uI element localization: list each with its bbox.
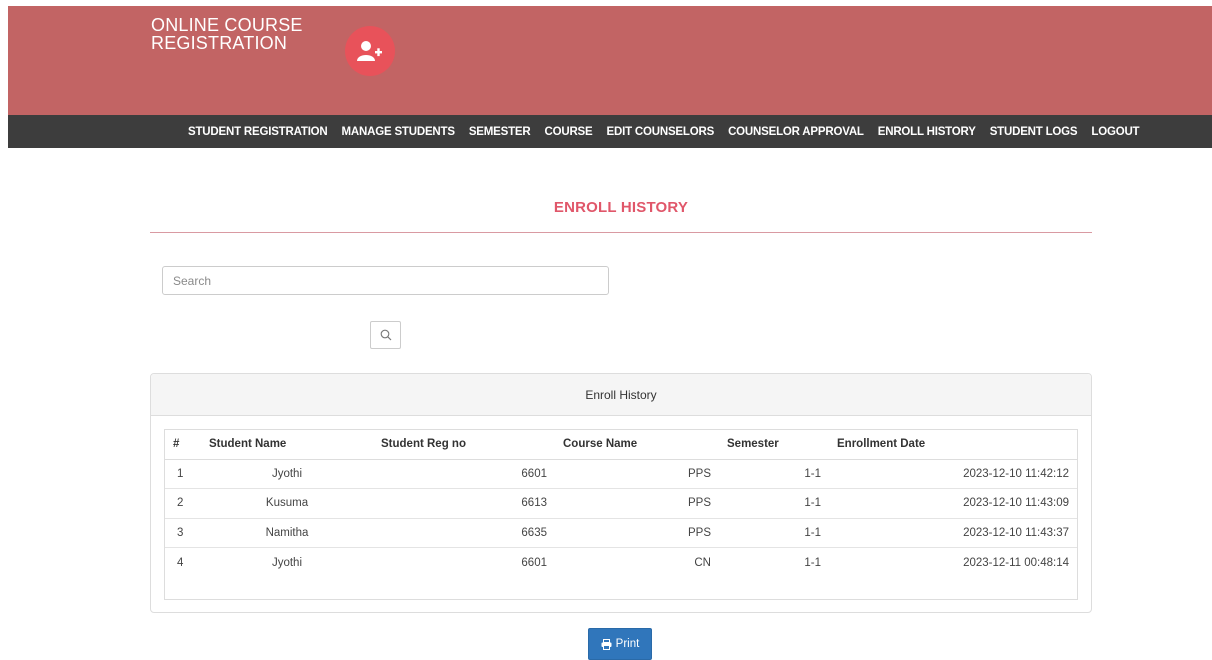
cell-number: 1 (177, 467, 184, 480)
cell-course-name: PPS (555, 517, 719, 548)
nav-item-enroll-history[interactable]: ENROLL HISTORY (871, 126, 983, 138)
cell-reg-no: 6601 (521, 467, 547, 480)
table-row: 2 Kusuma 6613 PPS 1-1 2023-12-10 11:43:0… (165, 488, 1077, 518)
cell-enrollment-date: 2023-12-10 11:42:12 (963, 467, 1069, 480)
col-header-semester: Semester (719, 430, 829, 460)
col-header-student-name: Student Name (201, 430, 373, 460)
cell-course-name: CN (555, 547, 719, 577)
cell-semester: 1-1 (719, 547, 829, 577)
title-divider (150, 232, 1092, 233)
enroll-history-table: # Student Name Student Reg no Course Nam… (165, 430, 1077, 577)
page-title: ENROLL HISTORY (553, 199, 689, 216)
enroll-history-panel: Enroll History # Student Name Student Re… (150, 373, 1092, 613)
cell-course-name: PPS (687, 467, 711, 480)
brand-line-1: ONLINE COURSE (151, 15, 303, 35)
cell-student-name: Namitha (201, 517, 373, 548)
cell-enrollment-date: 2023-12-10 11:43:37 (829, 517, 1077, 548)
nav-item-semester[interactable]: SEMESTER (462, 126, 538, 138)
cell-student-name: Jyothi (201, 547, 373, 577)
cell-number: 2 (165, 488, 201, 518)
table-row: 3 Namitha 6635 PPS 1-1 2023-12-10 11:43:… (165, 517, 1077, 548)
cell-enrollment-date: 2023-12-11 00:48:14 (829, 547, 1077, 577)
cell-number: 3 (165, 517, 201, 548)
nav-item-student-logs[interactable]: STUDENT LOGS (983, 126, 1085, 138)
print-button-label: Print (615, 638, 640, 650)
col-header-enrollment-date: Enrollment Date (829, 430, 1077, 460)
nav-item-student-registration[interactable]: STUDENT REGISTRATION (181, 126, 335, 138)
cell-student-name: Kusuma (201, 488, 373, 518)
cell-number: 4 (165, 547, 201, 577)
enroll-history-table-wrapper: # Student Name Student Reg no Course Nam… (164, 429, 1078, 600)
print-button[interactable]: Print (588, 628, 652, 660)
col-header-course-name: Course Name (555, 430, 719, 460)
add-user-icon (357, 41, 382, 61)
brand-line-2: REGISTRATION (151, 33, 288, 53)
logo (345, 26, 395, 76)
cell-enrollment-date: 2023-12-10 11:43:09 (829, 488, 1077, 518)
table-row: 4 Jyothi 6601 CN 1-1 2023-12-11 00:48:14 (165, 547, 1077, 577)
col-header-reg-no: Student Reg no (373, 430, 555, 460)
cell-reg-no: 6635 (373, 517, 555, 548)
nav-item-manage-students[interactable]: MANAGE STUDENTS (335, 126, 462, 138)
cell-reg-no: 6601 (373, 547, 555, 577)
nav-item-course[interactable]: COURSE (538, 126, 600, 138)
site-brand[interactable]: ONLINE COURSE REGISTRATION (151, 16, 321, 52)
cell-reg-no: 6613 (373, 488, 555, 518)
nav-item-counselor-approval[interactable]: COUNSELOR APPROVAL (721, 126, 871, 138)
print-icon (601, 638, 612, 650)
cell-course-name: PPS (555, 488, 719, 518)
search-input[interactable] (162, 266, 609, 295)
cell-semester: 1-1 (719, 517, 829, 548)
nav-list: STUDENT REGISTRATION MANAGE STUDENTS SEM… (181, 115, 1146, 148)
search-icon (380, 329, 391, 341)
table-header-row: # Student Name Student Reg no Course Nam… (165, 430, 1077, 460)
cell-semester: 1-1 (719, 488, 829, 518)
table-row: 1 Jyothi 6601 PPS 1-1 2023-12-10 11:42:1… (165, 459, 1077, 489)
cell-student-name: Jyothi (271, 467, 303, 480)
nav-item-edit-counselors[interactable]: EDIT COUNSELORS (600, 126, 722, 138)
site-header: ONLINE COURSE REGISTRATION (8, 6, 1212, 115)
nav-item-logout[interactable]: LOGOUT (1084, 126, 1146, 138)
col-header-number: # (165, 430, 201, 460)
panel-heading: Enroll History (151, 374, 1091, 416)
main-navbar: STUDENT REGISTRATION MANAGE STUDENTS SEM… (8, 115, 1212, 148)
cell-semester: 1-1 (804, 467, 821, 480)
search-button[interactable] (370, 321, 401, 349)
